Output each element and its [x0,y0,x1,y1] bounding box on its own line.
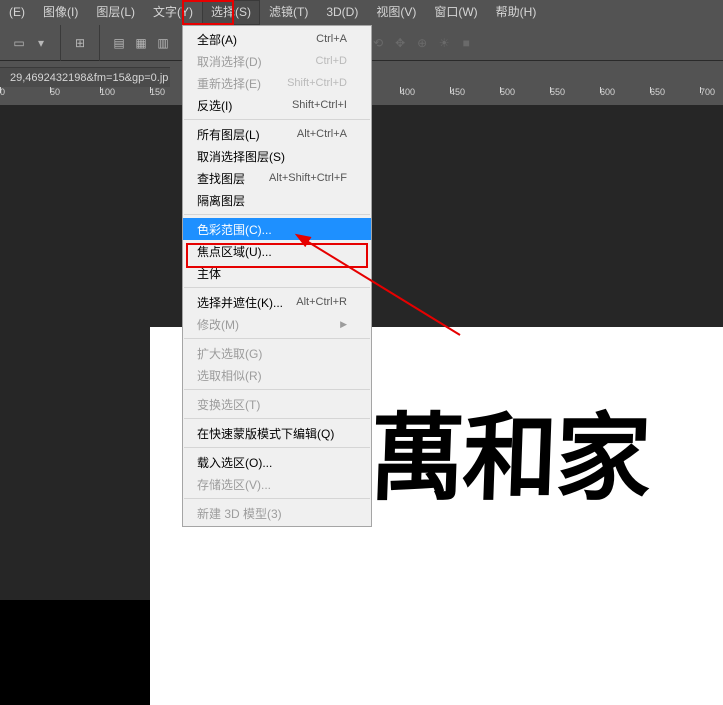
align-right-icon[interactable]: ▥ [153,33,173,53]
menu-item-label: 取消选择图层(S) [197,148,347,165]
menu-separator [184,214,370,215]
menu-item-shortcut: Alt+Shift+Ctrl+F [269,172,347,184]
menu-item[interactable]: 所有图层(L)Alt+Ctrl+A [183,123,371,145]
menu-item[interactable]: 色彩范围(C)... [183,218,371,240]
menu-item[interactable]: 载入选区(O)... [183,451,371,473]
menu-item-label: 所有图层(L) [197,126,297,143]
menubar-item[interactable]: 窗口(W) [425,0,486,25]
menu-item: 重新选择(E)Shift+Ctrl+D [183,72,371,94]
pan-icon[interactable]: ✥ [390,33,410,53]
tab-title: 29,4692432198&fm=15&gp=0.jp [10,72,168,84]
align-left-icon[interactable]: ▤ [109,33,129,53]
menu-item[interactable]: 在快速蒙版模式下编辑(Q) [183,422,371,444]
menu-item-label: 在快速蒙版模式下编辑(Q) [197,425,347,442]
menu-separator [184,338,370,339]
menubar-item[interactable]: 选择(S) [202,0,260,25]
grid-icon[interactable]: ⊞ [70,33,90,53]
canvas-text: 萬和家 [368,382,652,519]
ruler-tick: 100 [100,87,115,97]
ruler-tick: 650 [650,87,665,97]
menu-item-label: 变换选区(T) [197,396,347,413]
menu-item-shortcut: Ctrl+D [316,55,347,67]
menu-item[interactable]: 反选(I)Shift+Ctrl+I [183,94,371,116]
document-tab[interactable]: 29,4692432198&fm=15&gp=0.jp [0,67,170,87]
zoom-icon[interactable]: ⊕ [412,33,432,53]
menu-separator [184,119,370,120]
menubar-item[interactable]: 图层(L) [87,0,144,25]
menu-item-label: 存储选区(V)... [197,476,347,493]
menu-item[interactable]: 取消选择图层(S) [183,145,371,167]
menu-item[interactable]: 全部(A)Ctrl+A [183,28,371,50]
ruler-tick: 550 [550,87,565,97]
dropdown-icon[interactable]: ▾ [31,33,51,53]
menu-item: 选取相似(R) [183,364,371,386]
menu-item-label: 载入选区(O)... [197,454,347,471]
menu-item[interactable]: 主体 [183,262,371,284]
menu-item-shortcut: Shift+Ctrl+I [292,99,347,111]
menu-item-label: 取消选择(D) [197,53,316,70]
menu-separator [184,447,370,448]
menu-item: 存储选区(V)... [183,473,371,495]
menu-item-label: 主体 [197,265,347,282]
menu-item-label: 全部(A) [197,31,316,48]
light-icon[interactable]: ☀ [434,33,454,53]
menu-separator [184,418,370,419]
menu-item-label: 查找图层 [197,170,269,187]
menu-item-shortcut: Shift+Ctrl+D [287,77,347,89]
layer-icon[interactable]: ▭ [9,33,29,53]
ruler-tick: 450 [450,87,465,97]
ruler-tick: 600 [600,87,615,97]
menu-item[interactable]: 焦点区域(U)... [183,240,371,262]
menubar-item[interactable]: 3D(D) [317,0,367,25]
menubar: (E)图像(I)图层(L)文字(Y)选择(S)滤镜(T)3D(D)视图(V)窗口… [0,0,723,25]
menubar-item[interactable]: 文字(Y) [144,0,202,25]
menu-separator [184,287,370,288]
ruler-tick: 0 [0,87,5,97]
submenu-arrow-icon: ▶ [340,319,347,330]
menu-item[interactable]: 查找图层Alt+Shift+Ctrl+F [183,167,371,189]
menu-item: 修改(M)▶ [183,313,371,335]
menu-item-label: 扩大选取(G) [197,345,347,362]
menu-item-label: 焦点区域(U)... [197,243,347,260]
menu-item-label: 新建 3D 模型(3) [197,505,347,522]
menu-item-shortcut: Alt+Ctrl+R [296,296,347,308]
ruler-tick: 50 [50,87,60,97]
ruler-tick: 150 [150,87,165,97]
align-center-icon[interactable]: ▦ [131,33,151,53]
menu-item-shortcut: Alt+Ctrl+A [297,128,347,140]
menu-item: 变换选区(T) [183,393,371,415]
menu-item-label: 选择并遮住(K)... [197,294,296,311]
menu-item-label: 反选(I) [197,97,292,114]
camera-icon[interactable]: ■ [456,33,476,53]
menubar-item[interactable]: 帮助(H) [487,0,546,25]
menu-item[interactable]: 隔离图层 [183,189,371,211]
menu-item: 扩大选取(G) [183,342,371,364]
menu-item-label: 色彩范围(C)... [197,221,347,238]
menu-item-shortcut: Ctrl+A [316,33,347,45]
menu-item-label: 隔离图层 [197,192,347,209]
menubar-item[interactable]: 滤镜(T) [260,0,317,25]
select-menu-dropdown: 全部(A)Ctrl+A取消选择(D)Ctrl+D重新选择(E)Shift+Ctr… [182,25,372,527]
menu-item-label: 选取相似(R) [197,367,347,384]
menu-item-label: 修改(M) [197,316,340,333]
menu-item-label: 重新选择(E) [197,75,287,92]
menubar-item[interactable]: (E) [0,0,34,25]
menubar-item[interactable]: 视图(V) [367,0,425,25]
ruler-tick: 700 [700,87,715,97]
menu-item: 取消选择(D)Ctrl+D [183,50,371,72]
menubar-item[interactable]: 图像(I) [34,0,87,25]
menu-separator [184,389,370,390]
menu-separator [184,498,370,499]
ruler-tick: 500 [500,87,515,97]
ruler-tick: 400 [400,87,415,97]
menu-item: 新建 3D 模型(3) [183,502,371,524]
menu-item[interactable]: 选择并遮住(K)...Alt+Ctrl+R [183,291,371,313]
